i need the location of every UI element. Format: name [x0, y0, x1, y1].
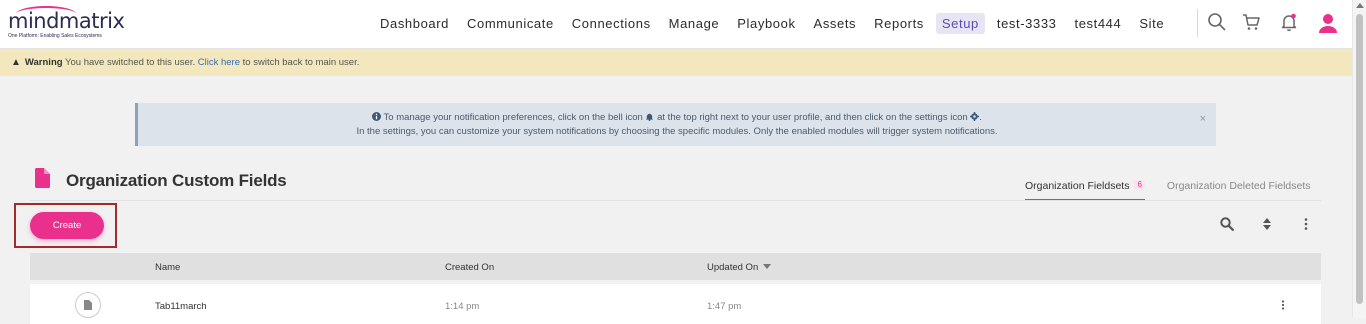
create-button[interactable]: Create [30, 212, 104, 239]
search-icon[interactable] [1220, 217, 1234, 231]
logo-tagline: One Platform: Enabling Sales Ecosystems [8, 33, 102, 39]
sort-desc-icon [763, 264, 772, 269]
brand-logo[interactable]: mindmatrix One Platform: Enabling Sales … [8, 6, 125, 39]
nav-site[interactable]: Site [1133, 13, 1170, 34]
cart-icon[interactable] [1241, 12, 1263, 34]
main-nav: Dashboard Communicate Connections Manage… [374, 13, 1176, 34]
info-icon [372, 112, 382, 121]
nav-test-3333[interactable]: test-3333 [991, 13, 1063, 34]
document-icon [35, 168, 50, 188]
more-vertical-icon[interactable] [1299, 217, 1313, 231]
nav-reports[interactable]: Reports [868, 13, 930, 34]
column-header-name[interactable]: Name [155, 262, 180, 273]
tab-organization-deleted-fieldsets[interactable]: Organization Deleted Fieldsets [1167, 180, 1311, 201]
nav-test444[interactable]: test444 [1069, 13, 1128, 34]
warning-text-2: to switch back to main user. [242, 57, 360, 68]
warning-icon: ▲ [11, 57, 21, 68]
logo-wordmark: mindmatrix [8, 9, 125, 33]
search-icon[interactable] [1207, 12, 1229, 34]
scroll-thumb[interactable] [1356, 14, 1363, 304]
info-text-a: To manage your notification preferences,… [383, 112, 643, 123]
tab-label: Organization Deleted Fieldsets [1166, 180, 1311, 192]
sort-icon[interactable] [1260, 217, 1274, 231]
column-label: Updated On [707, 262, 759, 273]
switch-back-link[interactable]: Click here [198, 57, 240, 68]
settings-gear-icon-inline [970, 112, 980, 121]
row-more-icon[interactable] [1281, 300, 1285, 313]
header-divider [30, 200, 1321, 201]
user-icon[interactable] [1317, 12, 1339, 34]
close-icon[interactable]: × [1200, 113, 1206, 125]
row-name[interactable]: Tab11march [155, 301, 207, 312]
nav-assets[interactable]: Assets [808, 13, 863, 34]
page-scrollbar[interactable] [1352, 0, 1366, 318]
count-badge: 6 [1134, 180, 1145, 189]
file-icon [75, 292, 101, 318]
page-title: Organization Custom Fields [66, 171, 287, 190]
table-header: Name Created On Updated On [30, 253, 1321, 280]
nav-connections[interactable]: Connections [566, 13, 657, 34]
notification-info-banner: To manage your notification preferences,… [135, 103, 1216, 146]
row-updated-on: 1:47 pm [707, 301, 742, 312]
info-text-c: . [979, 112, 982, 123]
warning-prefix: Warning [24, 57, 63, 68]
tab-organization-fieldsets[interactable]: Organization Fieldsets 6 [1025, 180, 1145, 201]
table-row[interactable]: Tab11march 1:14 pm 1:47 pm [30, 284, 1321, 324]
nav-setup[interactable]: Setup [935, 13, 985, 34]
fieldset-tabs: Organization Fieldsets 6 Organization Del… [1025, 180, 1311, 201]
bell-icon[interactable] [1279, 12, 1301, 34]
warning-text: You have switched to this user. [65, 57, 196, 68]
top-navbar: mindmatrix One Platform: Enabling Sales … [0, 0, 1352, 49]
bell-icon-inline [646, 113, 654, 121]
tab-label: Organization Fieldsets [1025, 180, 1130, 192]
nav-playbook[interactable]: Playbook [731, 13, 801, 34]
info-text-b: at the top right next to your user profi… [657, 112, 968, 123]
row-created-on: 1:14 pm [445, 301, 480, 312]
nav-manage[interactable]: Manage [663, 13, 726, 34]
scroll-up-arrow-icon[interactable] [1356, 3, 1364, 8]
nav-divider [1197, 9, 1198, 37]
column-header-created-on[interactable]: Created On [445, 262, 494, 273]
impersonation-warning-bar: ▲ Warning You have switched to this user.… [0, 49, 1352, 76]
nav-communicate[interactable]: Communicate [461, 13, 560, 34]
info-text-line2: In the settings, you can customize your … [356, 126, 998, 137]
column-header-updated-on[interactable]: Updated On [707, 262, 772, 273]
nav-dashboard[interactable]: Dashboard [374, 13, 455, 34]
